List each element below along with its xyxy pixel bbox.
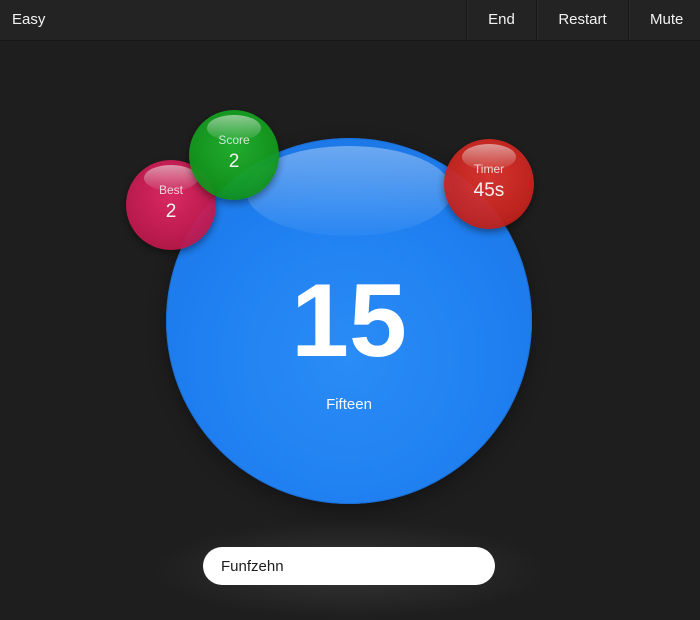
difficulty-label: Easy [12, 11, 46, 28]
mute-button[interactable]: Mute [628, 0, 700, 40]
score-value: 2 [228, 151, 240, 172]
score-bubble: Score 2 [189, 110, 279, 200]
target-number: 15 [291, 263, 407, 379]
score-label: Score [218, 133, 250, 147]
end-button[interactable]: End [466, 0, 536, 40]
target-word: Fifteen [326, 396, 372, 413]
timer-bubble: Timer 45s [444, 139, 534, 229]
timer-value: 45s [473, 180, 505, 201]
answer-input[interactable] [203, 547, 495, 585]
top-bar: Easy End Restart Mute [0, 0, 700, 41]
restart-button[interactable]: Restart [536, 0, 628, 40]
timer-label: Timer [473, 162, 505, 176]
game-menu: End Restart Mute [466, 0, 700, 40]
best-value: 2 [165, 201, 177, 222]
